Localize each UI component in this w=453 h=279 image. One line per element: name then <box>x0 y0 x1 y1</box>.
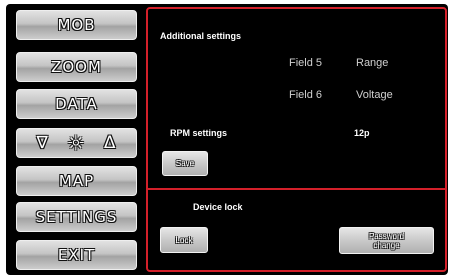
save-button[interactable]: Save <box>162 151 208 176</box>
brightness-down-icon[interactable]: ∇ <box>37 133 49 153</box>
device-screen: MOB ZOOM DATA ∇ ☼ Δ MAP SETTINGS EXIT Ad… <box>6 4 448 275</box>
field6-value[interactable]: Voltage <box>356 89 393 101</box>
save-button-label: Save <box>175 159 195 168</box>
sun-icon: ☼ <box>66 131 86 155</box>
brightness-control: ∇ ☼ Δ <box>16 128 137 158</box>
field6-label: Field 6 <box>289 89 323 101</box>
mob-button-label: MOB <box>57 16 96 34</box>
zoom-button[interactable]: ZOOM <box>16 52 137 82</box>
settings-button[interactable]: SETTINGS <box>16 202 137 232</box>
mob-button[interactable]: MOB <box>16 10 137 40</box>
field5-label: Field 5 <box>289 57 323 69</box>
exit-button[interactable]: EXIT <box>16 240 137 270</box>
exit-button-label: EXIT <box>57 246 96 264</box>
additional-settings-title: Additional settings <box>160 31 241 41</box>
brightness-up-icon[interactable]: Δ <box>104 133 117 153</box>
settings-button-label: SETTINGS <box>35 208 118 226</box>
data-button[interactable]: DATA <box>16 89 137 119</box>
additional-settings-panel: Additional settings Field 5 Range Field … <box>146 7 447 190</box>
map-button[interactable]: MAP <box>16 166 137 196</box>
device-lock-title: Device lock <box>193 202 243 212</box>
lock-button[interactable]: Lock <box>160 227 208 253</box>
rpm-settings-label: RPM settings <box>170 128 228 138</box>
data-button-label: DATA <box>55 95 98 113</box>
map-button-label: MAP <box>58 172 95 190</box>
password-change-button[interactable]: Password change <box>339 227 434 254</box>
zoom-button-label: ZOOM <box>51 58 102 76</box>
device-lock-panel: Device lock Lock Password change <box>146 188 447 272</box>
field5-value[interactable]: Range <box>356 57 388 69</box>
password-change-button-label: Password change <box>368 231 405 250</box>
lock-button-label: Lock <box>175 235 193 245</box>
rpm-settings-value[interactable]: 12p <box>354 128 370 138</box>
